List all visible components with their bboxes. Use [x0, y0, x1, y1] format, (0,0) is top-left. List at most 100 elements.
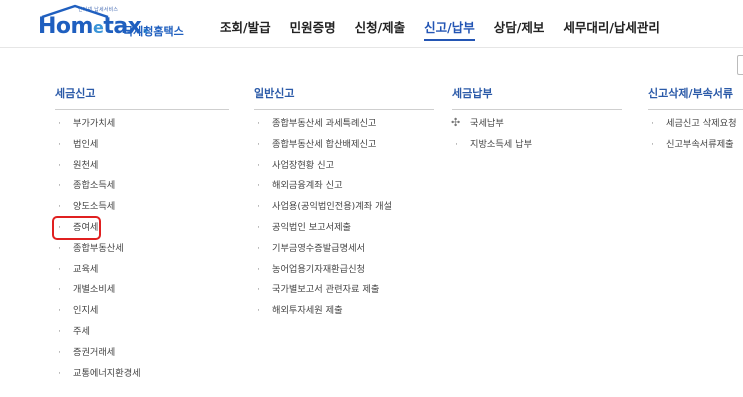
- menu-item-public-interest-report[interactable]: · 공익법인 보고서제출: [254, 222, 434, 243]
- menu-item-liquor-tax[interactable]: · 주세: [55, 326, 229, 347]
- menu-item-real-estate-special-filing[interactable]: · 종합부동산세 과세특례신고: [254, 118, 434, 139]
- menu-item-label: 부가가치세: [73, 118, 116, 129]
- menu-item-label: 지방소득세 납부: [470, 138, 533, 150]
- menu-item-overseas-account-report[interactable]: · 해외금융계좌 신고: [254, 180, 434, 201]
- collapse-button[interactable]: [737, 55, 743, 75]
- menu-column-delete-attachments: 신고삭제/부속서류 · 세금신고 삭제요청 · 신고부속서류제출: [648, 85, 743, 160]
- column-title: 세금납부: [452, 87, 493, 100]
- bullet-icon: ·: [58, 346, 61, 358]
- menu-item-attachment-submit[interactable]: · 신고부속서류제출: [648, 139, 743, 160]
- menu-item-excise-tax[interactable]: · 개별소비세: [55, 284, 229, 305]
- menu-item-donation-receipt-statement[interactable]: · 기부금영수증발급명세서: [254, 243, 434, 264]
- menu-item-label: 종합부동산세 합산배제신고: [272, 138, 377, 150]
- menu-item-label: 사업장현황 신고: [272, 159, 335, 171]
- menu-item-label: 국가별보고서 관련자료 제출: [272, 284, 380, 296]
- bullet-icon: ·: [257, 159, 260, 171]
- menu-list: · 부가가치세 · 법인세 · 원천세 · 종합소득세 · 양도소득세 · 증여세 · 종합부…: [55, 118, 229, 388]
- highlight-box: [52, 216, 101, 240]
- bullet-icon: ·: [257, 305, 260, 317]
- menu-item-education-tax[interactable]: · 교육세: [55, 264, 229, 285]
- bullet-icon: ·: [58, 180, 61, 192]
- bullet-icon: ·: [651, 118, 654, 129]
- bullet-icon: ·: [651, 138, 654, 150]
- nav-item-inquiry[interactable]: 조회/발급: [220, 17, 271, 45]
- menu-item-country-report-submit[interactable]: · 국가별보고서 관련자료 제출: [254, 284, 434, 305]
- bullet-icon: ·: [257, 118, 260, 129]
- menu-item-comprehensive-real-estate-tax[interactable]: · 종합부동산세: [55, 243, 229, 264]
- menu-item-label: 원천세: [73, 159, 99, 171]
- nav-item-applications[interactable]: 신청/제출: [355, 17, 406, 45]
- nav-item-tax-agent[interactable]: 세무대리/납세관리: [563, 17, 660, 45]
- bullet-icon: ·: [58, 325, 61, 337]
- menu-item-label: 기부금영수증발급명세서: [272, 242, 365, 254]
- menu-item-national-tax-payment[interactable]: ✣ 국세납부: [451, 117, 622, 139]
- bullet-icon: ·: [58, 263, 61, 275]
- menu-item-label: 주세: [73, 325, 90, 337]
- menu-item-securities-transaction-tax[interactable]: · 증권거래세: [55, 347, 229, 368]
- menu-item-real-estate-exclusion-filing[interactable]: · 종합부동산세 합산배제신고: [254, 139, 434, 160]
- menu-list: ✣ 국세납부 · 지방소득세 납부: [451, 117, 622, 160]
- menu-item-agri-equipment-refund[interactable]: · 농어업용기자재환급신청: [254, 264, 434, 285]
- nav-item-certificates[interactable]: 민원증명: [290, 17, 336, 45]
- column-divider: [254, 109, 434, 110]
- logo-brand-part: e: [92, 18, 104, 37]
- menu-item-label: 신고부속서류제출: [666, 138, 734, 150]
- bullet-icon: ·: [257, 221, 260, 233]
- menu-item-vat[interactable]: · 부가가치세: [55, 118, 229, 139]
- logo-subname: 국세청홈택스: [123, 25, 184, 38]
- hometax-logo[interactable]: 인터넷 납세서비스 Hometax. 국세청홈택스: [38, 4, 208, 46]
- menu-list: · 종합부동산세 과세특례신고 · 종합부동산세 합산배제신고 · 사업장현황 신고 …: [254, 118, 434, 326]
- menu-item-label: 증권거래세: [73, 346, 116, 358]
- menu-item-label: 해외금융계좌 신고: [272, 180, 343, 192]
- bullet-icon: ·: [58, 367, 61, 379]
- menu-item-label: 공익법인 보고서제출: [272, 221, 351, 233]
- menu-item-label: 인지세: [73, 305, 99, 317]
- menu-column-tax-payment: 세금납부 ✣ 국세납부 · 지방소득세 납부: [451, 85, 622, 160]
- menu-item-filing-delete-request[interactable]: · 세금신고 삭제요청: [648, 118, 743, 139]
- menu-item-label: 교육세: [73, 263, 99, 275]
- bullet-icon: ·: [58, 242, 61, 254]
- main-nav: 조회/발급 민원증명 신청/제출 신고/납부 상담/제보 세무대리/납세관리: [220, 17, 679, 45]
- bullet-icon: ·: [58, 284, 61, 296]
- menu-item-corporate-tax[interactable]: · 법인세: [55, 139, 229, 160]
- menu-item-business-account-open[interactable]: · 사업용(공익법인전용)계좌 개설: [254, 201, 434, 222]
- bullet-icon: ·: [58, 159, 61, 171]
- bullet-icon: ·: [58, 118, 61, 129]
- menu-item-business-status-report[interactable]: · 사업장현황 신고: [254, 160, 434, 181]
- column-divider: [55, 109, 229, 110]
- bullet-icon: ·: [257, 180, 260, 192]
- column-title: 일반신고: [254, 87, 295, 100]
- bullet-icon: ·: [58, 305, 61, 317]
- bullet-icon: ·: [455, 138, 458, 150]
- menu-item-label: 교통에너지환경세: [73, 367, 141, 379]
- bullet-icon: ·: [257, 242, 260, 254]
- menu-item-stamp-tax[interactable]: · 인지세: [55, 305, 229, 326]
- menu-item-transport-energy-env-tax[interactable]: · 교통에너지환경세: [55, 368, 229, 389]
- bullet-icon: ·: [257, 263, 260, 275]
- column-title: 신고삭제/부속서류: [648, 87, 733, 100]
- menu-column-general-filing: 일반신고 · 종합부동산세 과세특례신고 · 종합부동산세 합산배제신고 · 사업장현…: [254, 85, 434, 326]
- nav-item-filing-payment[interactable]: 신고/납부: [424, 17, 475, 41]
- menu-item-income-tax[interactable]: · 종합소득세: [55, 180, 229, 201]
- column-title: 세금신고: [55, 87, 96, 100]
- menu-item-withholding-tax[interactable]: · 원천세: [55, 160, 229, 181]
- bullet-icon: ·: [58, 138, 61, 150]
- expand-plus-icon[interactable]: ✣: [451, 117, 460, 129]
- header-divider: [0, 47, 743, 48]
- bullet-icon: ·: [257, 138, 260, 150]
- bullet-icon: ·: [257, 284, 260, 296]
- menu-list: · 세금신고 삭제요청 · 신고부속서류제출: [648, 118, 743, 160]
- nav-item-consultation[interactable]: 상담/제보: [494, 17, 545, 45]
- menu-item-label: 국세납부: [470, 118, 504, 129]
- column-divider: [648, 109, 743, 110]
- menu-item-label: 양도소득세: [73, 201, 116, 213]
- menu-item-overseas-investment-submit[interactable]: · 해외투자세원 제출: [254, 305, 434, 326]
- menu-item-label: 종합부동산세: [73, 242, 124, 254]
- menu-item-label: 개별소비세: [73, 284, 116, 296]
- menu-item-label: 세금신고 삭제요청: [666, 118, 737, 129]
- menu-item-label: 해외투자세원 제출: [272, 305, 343, 317]
- menu-item-label: 사업용(공익법인전용)계좌 개설: [272, 201, 392, 213]
- menu-item-label: 법인세: [73, 138, 99, 150]
- menu-item-local-income-tax-payment[interactable]: · 지방소득세 납부: [452, 139, 622, 160]
- bullet-icon: ·: [58, 201, 61, 213]
